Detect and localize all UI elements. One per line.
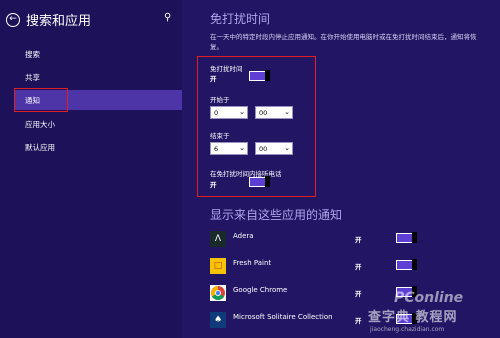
chevron-down-icon: ⌄ <box>239 108 245 116</box>
chevron-down-icon: ⌄ <box>239 144 245 152</box>
nav-item-notifications[interactable]: 通知 <box>14 90 182 110</box>
quiet-hours-toggle[interactable] <box>249 70 270 81</box>
start-hour-value: 0 <box>214 108 219 117</box>
end-hour-select[interactable]: 6 ⌄ <box>210 142 248 155</box>
pane-header: ← 搜索和应用 <box>6 10 91 29</box>
app-row-adera: Λ Adera 开 <box>210 231 500 251</box>
quiet-hours-toggle-label: 免打扰时间 <box>210 65 243 73</box>
quiet-hours-description: 在一天中的特定时段内停止应用通知。在你开始使用电脑时或在免打扰时间结束后，通知将… <box>210 33 477 51</box>
end-time-label: 结束于 <box>210 132 230 140</box>
nav-item-label: 默认应用 <box>25 142 55 152</box>
nav-item-label: 应用大小 <box>25 119 55 129</box>
toggle-thumb <box>265 176 270 187</box>
app-name: Microsoft Solitaire Collection <box>233 313 333 321</box>
start-time-label: 开始于 <box>210 96 230 104</box>
toggle-thumb <box>412 232 417 243</box>
app-name: Google Chrome <box>233 286 288 294</box>
app-name: Adera <box>233 232 254 240</box>
app-toggle-state: 开 <box>355 263 362 271</box>
nav-item-search[interactable]: 搜索 <box>14 44 182 64</box>
search-icon[interactable]: ⚲ <box>164 12 171 23</box>
app-toggle-state: 开 <box>355 236 362 244</box>
app-notification-toggle[interactable] <box>396 259 417 270</box>
nav-item-share[interactable]: 共享 <box>14 67 182 87</box>
adera-icon: Λ <box>210 231 226 247</box>
receive-calls-state: 开 <box>210 181 217 189</box>
app-notifications-title: 显示来自这些应用的通知 <box>210 208 343 222</box>
nav-item-default-apps[interactable]: 默认应用 <box>14 137 182 157</box>
chevron-down-icon: ⌄ <box>284 144 290 152</box>
end-minute-value: 00 <box>259 144 268 153</box>
app-toggle-state: 开 <box>355 317 362 325</box>
fresh-paint-icon: □ <box>210 258 226 274</box>
chrome-logo-graphic <box>211 286 225 300</box>
nav-item-label: 共享 <box>25 72 40 82</box>
start-hour-select[interactable]: 0 ⌄ <box>210 106 248 119</box>
settings-content-pane: 免打扰时间 在一天中的特定时段内停止应用通知。在你开始使用电脑时或在免打扰时间结… <box>182 0 500 338</box>
start-minute-select[interactable]: 00 ⌄ <box>255 106 293 119</box>
nav-item-app-sizes[interactable]: 应用大小 <box>14 114 182 134</box>
receive-calls-toggle[interactable] <box>249 176 270 187</box>
chrome-icon <box>210 285 226 301</box>
solitaire-icon: ♠ <box>210 312 226 328</box>
watermark-site-name: 查字典 教程网 <box>368 310 458 325</box>
app-name: Fresh Paint <box>233 259 272 267</box>
end-minute-select[interactable]: 00 ⌄ <box>255 142 293 155</box>
app-row-fresh-paint: □ Fresh Paint 开 <box>210 258 500 278</box>
end-hour-value: 6 <box>214 144 219 153</box>
app-toggle-state: 开 <box>355 290 362 298</box>
quiet-hours-toggle-state: 开 <box>210 75 217 83</box>
toggle-thumb <box>412 259 417 270</box>
watermark-url: jiaocheng.chazidian.com <box>370 326 445 333</box>
app-notification-toggle[interactable] <box>396 232 417 243</box>
start-minute-value: 00 <box>259 108 268 117</box>
back-arrow-icon[interactable]: ← <box>6 12 20 27</box>
nav-item-label: 通知 <box>25 95 40 105</box>
watermark-logo: PConline <box>394 290 464 306</box>
settings-nav-pane: ← 搜索和应用 ⚲ 搜索 共享 通知 应用大小 默认应用 <box>0 0 182 338</box>
nav-item-label: 搜索 <box>25 49 40 59</box>
pane-title: 搜索和应用 <box>26 14 92 29</box>
chevron-down-icon: ⌄ <box>284 108 290 116</box>
receive-calls-label: 在免打扰时间内接听电话 <box>210 170 282 178</box>
quiet-hours-title: 免打扰时间 <box>210 12 271 26</box>
toggle-thumb <box>265 70 270 81</box>
